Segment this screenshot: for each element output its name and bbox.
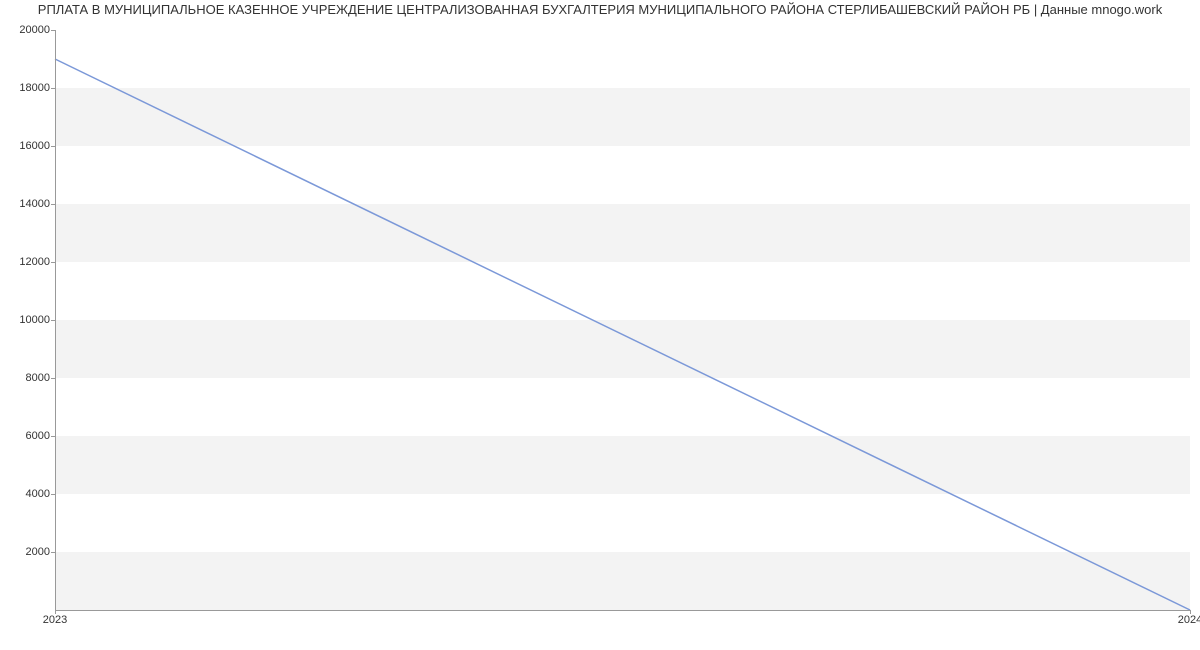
y-tick-mark — [51, 88, 55, 89]
x-tick-mark — [55, 610, 56, 614]
y-tick-label: 8000 — [5, 372, 50, 384]
y-tick-label: 12000 — [5, 256, 50, 268]
y-tick-mark — [51, 378, 55, 379]
y-axis-line — [55, 30, 56, 610]
y-tick-label: 16000 — [5, 140, 50, 152]
y-tick-label: 6000 — [5, 430, 50, 442]
y-tick-label: 4000 — [5, 488, 50, 500]
x-tick-label: 2023 — [43, 614, 67, 626]
chart-title: РПЛАТА В МУНИЦИПАЛЬНОЕ КАЗЕННОЕ УЧРЕЖДЕН… — [0, 2, 1200, 17]
y-tick-mark — [51, 30, 55, 31]
y-tick-mark — [51, 146, 55, 147]
y-tick-mark — [51, 262, 55, 263]
y-tick-mark — [51, 204, 55, 205]
y-tick-label: 2000 — [5, 546, 50, 558]
y-tick-mark — [51, 320, 55, 321]
y-tick-mark — [51, 494, 55, 495]
x-tick-label: 2024 — [1178, 614, 1200, 626]
x-axis-line — [55, 610, 1190, 611]
y-tick-mark — [51, 552, 55, 553]
y-tick-label: 20000 — [5, 24, 50, 36]
chart-container: РПЛАТА В МУНИЦИПАЛЬНОЕ КАЗЕННОЕ УЧРЕЖДЕН… — [0, 0, 1200, 650]
y-tick-label: 10000 — [5, 314, 50, 326]
y-tick-mark — [51, 436, 55, 437]
line-series — [55, 30, 1190, 610]
y-tick-label: 18000 — [5, 82, 50, 94]
x-tick-mark — [1190, 610, 1191, 614]
y-tick-label: 14000 — [5, 198, 50, 210]
plot-area — [55, 30, 1190, 610]
